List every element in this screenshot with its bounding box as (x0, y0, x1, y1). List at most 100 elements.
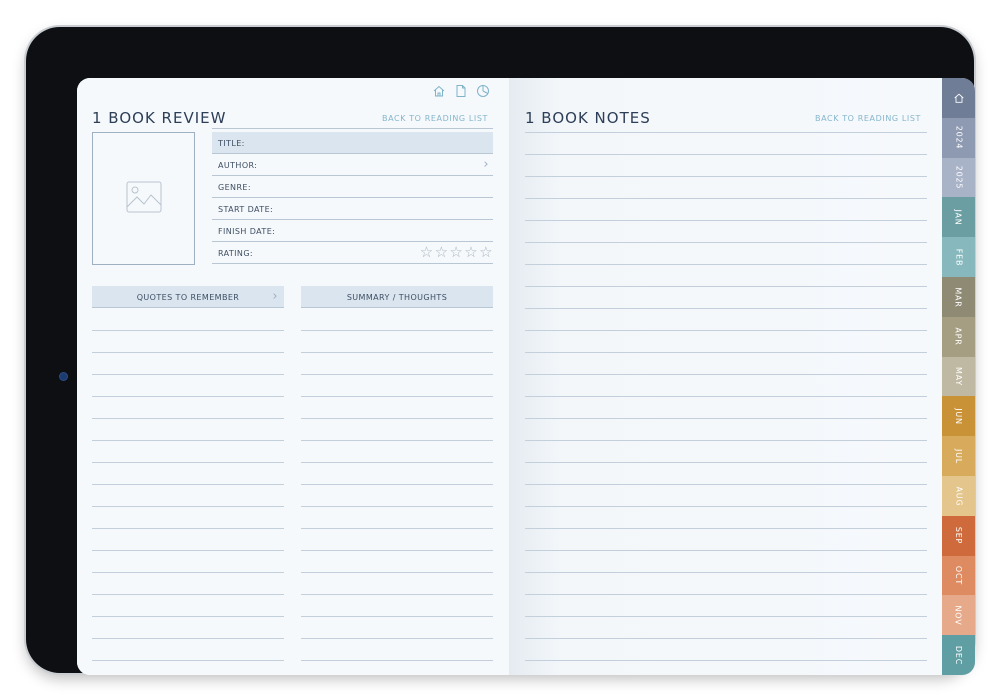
ruled-line (92, 374, 284, 375)
tab-jun[interactable]: JUN (942, 396, 975, 437)
ruled-line (525, 154, 927, 155)
title-field[interactable]: TITLE: (212, 132, 493, 154)
tab-aug[interactable]: AUG (942, 476, 975, 517)
ruled-line (525, 418, 927, 419)
ruled-line (301, 440, 493, 441)
finish-date-field[interactable]: FINISH DATE: (212, 220, 493, 242)
home-icon[interactable] (432, 83, 446, 97)
ruled-line (92, 330, 284, 331)
ruled-line (525, 198, 927, 199)
tab-jul[interactable]: JUL (942, 436, 975, 477)
ruled-line (92, 528, 284, 529)
ruled-line (525, 220, 927, 221)
tab-apr[interactable]: APR (942, 316, 975, 358)
book-notes-page: 1 BOOK NOTES BACK TO READING LIST (509, 78, 942, 675)
back-to-reading-list-link[interactable]: BACK TO READING LIST (815, 114, 921, 123)
summary-header-label: SUMMARY / THOUGHTS (346, 293, 448, 302)
tab-home[interactable] (942, 78, 975, 119)
tab-jan[interactable]: JAN (942, 197, 975, 238)
ruled-line (525, 396, 927, 397)
star-icon[interactable]: ☆ (464, 245, 478, 260)
summary-section-header: SUMMARY / THOUGHTS (301, 286, 493, 308)
ruled-line (92, 616, 284, 617)
ruled-line (525, 176, 927, 177)
planner-screen: 1 BOOK REVIEW BACK TO READING LIST TITLE… (77, 78, 975, 675)
ruled-line (301, 550, 493, 551)
ruled-line (301, 616, 493, 617)
ruled-line (525, 330, 927, 331)
ruled-line (525, 594, 927, 595)
title-label: TITLE: (218, 139, 245, 148)
tab-label: 2024 (954, 126, 963, 150)
rating-stars: ☆ ☆ ☆ ☆ ☆ (420, 245, 493, 260)
camera (60, 373, 67, 380)
start-date-field[interactable]: START DATE: (212, 198, 493, 220)
notes-title: 1 BOOK NOTES (525, 109, 651, 127)
tab-may[interactable]: MAY (942, 356, 975, 397)
ruled-line (525, 528, 927, 529)
tab-label: MAR (954, 286, 963, 308)
tab-label: JUL (953, 448, 963, 464)
ruled-line (92, 396, 284, 397)
ruled-line (525, 308, 927, 309)
ruled-line (301, 418, 493, 419)
tab-sep[interactable]: SEP (942, 515, 975, 557)
tab-label: JAN (953, 209, 963, 226)
star-icon[interactable]: ☆ (449, 245, 463, 260)
star-icon[interactable]: ☆ (479, 245, 493, 260)
ruled-line (301, 374, 493, 375)
chevron-right-icon[interactable]: › (272, 289, 278, 304)
back-to-reading-list-link[interactable]: BACK TO READING LIST (382, 114, 488, 123)
ruled-line (92, 418, 284, 419)
ruled-line (525, 506, 927, 507)
tab-label: APR (953, 327, 963, 347)
tab-2025[interactable]: 2025 (942, 157, 975, 198)
tab-label: SEP (953, 527, 963, 545)
chevron-right-icon[interactable]: › (483, 157, 489, 172)
page-icon[interactable] (454, 83, 468, 97)
ruled-line (92, 660, 284, 661)
month-tabs: 2024 2025 JAN FEB MAR APR MAY JUN JUL AUG SEP OCT NO… (942, 78, 975, 675)
quotes-section-header: QUOTES TO REMEMBER › (92, 286, 284, 308)
author-field[interactable]: AUTHOR: › (212, 154, 493, 176)
genre-field[interactable]: GENRE: (212, 176, 493, 198)
ruled-line (301, 506, 493, 507)
ruled-line (525, 572, 927, 573)
ruled-line (92, 638, 284, 639)
ruled-line (301, 396, 493, 397)
ruled-line (525, 264, 927, 265)
start-date-label: START DATE: (218, 205, 274, 214)
tab-label: NOV (953, 605, 963, 626)
rating-field: RATING: ☆ ☆ ☆ ☆ ☆ (212, 242, 493, 264)
tab-label: OCT (953, 566, 963, 586)
ruled-line (525, 286, 927, 287)
ruled-line (525, 550, 927, 551)
ruled-line (301, 484, 493, 485)
tab-label: 2025 (954, 165, 963, 190)
ruled-line (301, 462, 493, 463)
tab-label: AUG (954, 486, 963, 507)
star-icon[interactable]: ☆ (435, 245, 449, 260)
ruled-line (92, 462, 284, 463)
ruled-line (301, 528, 493, 529)
ruled-line (301, 330, 493, 331)
tab-label: MAY (953, 367, 963, 387)
ruled-line (92, 572, 284, 573)
ruled-line (92, 484, 284, 485)
tab-2024[interactable]: 2024 (942, 117, 975, 159)
tab-dec[interactable]: DEC (942, 635, 975, 675)
ruled-line (92, 440, 284, 441)
tab-nov[interactable]: NOV (942, 595, 975, 636)
tab-feb[interactable]: FEB (942, 237, 975, 278)
pie-chart-icon[interactable] (476, 83, 490, 97)
tab-mar[interactable]: MAR (942, 277, 975, 318)
book-cover-placeholder[interactable] (92, 132, 195, 265)
ruled-line (92, 594, 284, 595)
book-review-page: 1 BOOK REVIEW BACK TO READING LIST TITLE… (77, 78, 509, 675)
tab-oct[interactable]: OCT (942, 555, 975, 596)
ruled-line (525, 132, 927, 133)
star-icon[interactable]: ☆ (420, 245, 434, 260)
ruled-line (525, 374, 927, 375)
ruled-line (92, 352, 284, 353)
rating-label: RATING: (218, 249, 254, 258)
